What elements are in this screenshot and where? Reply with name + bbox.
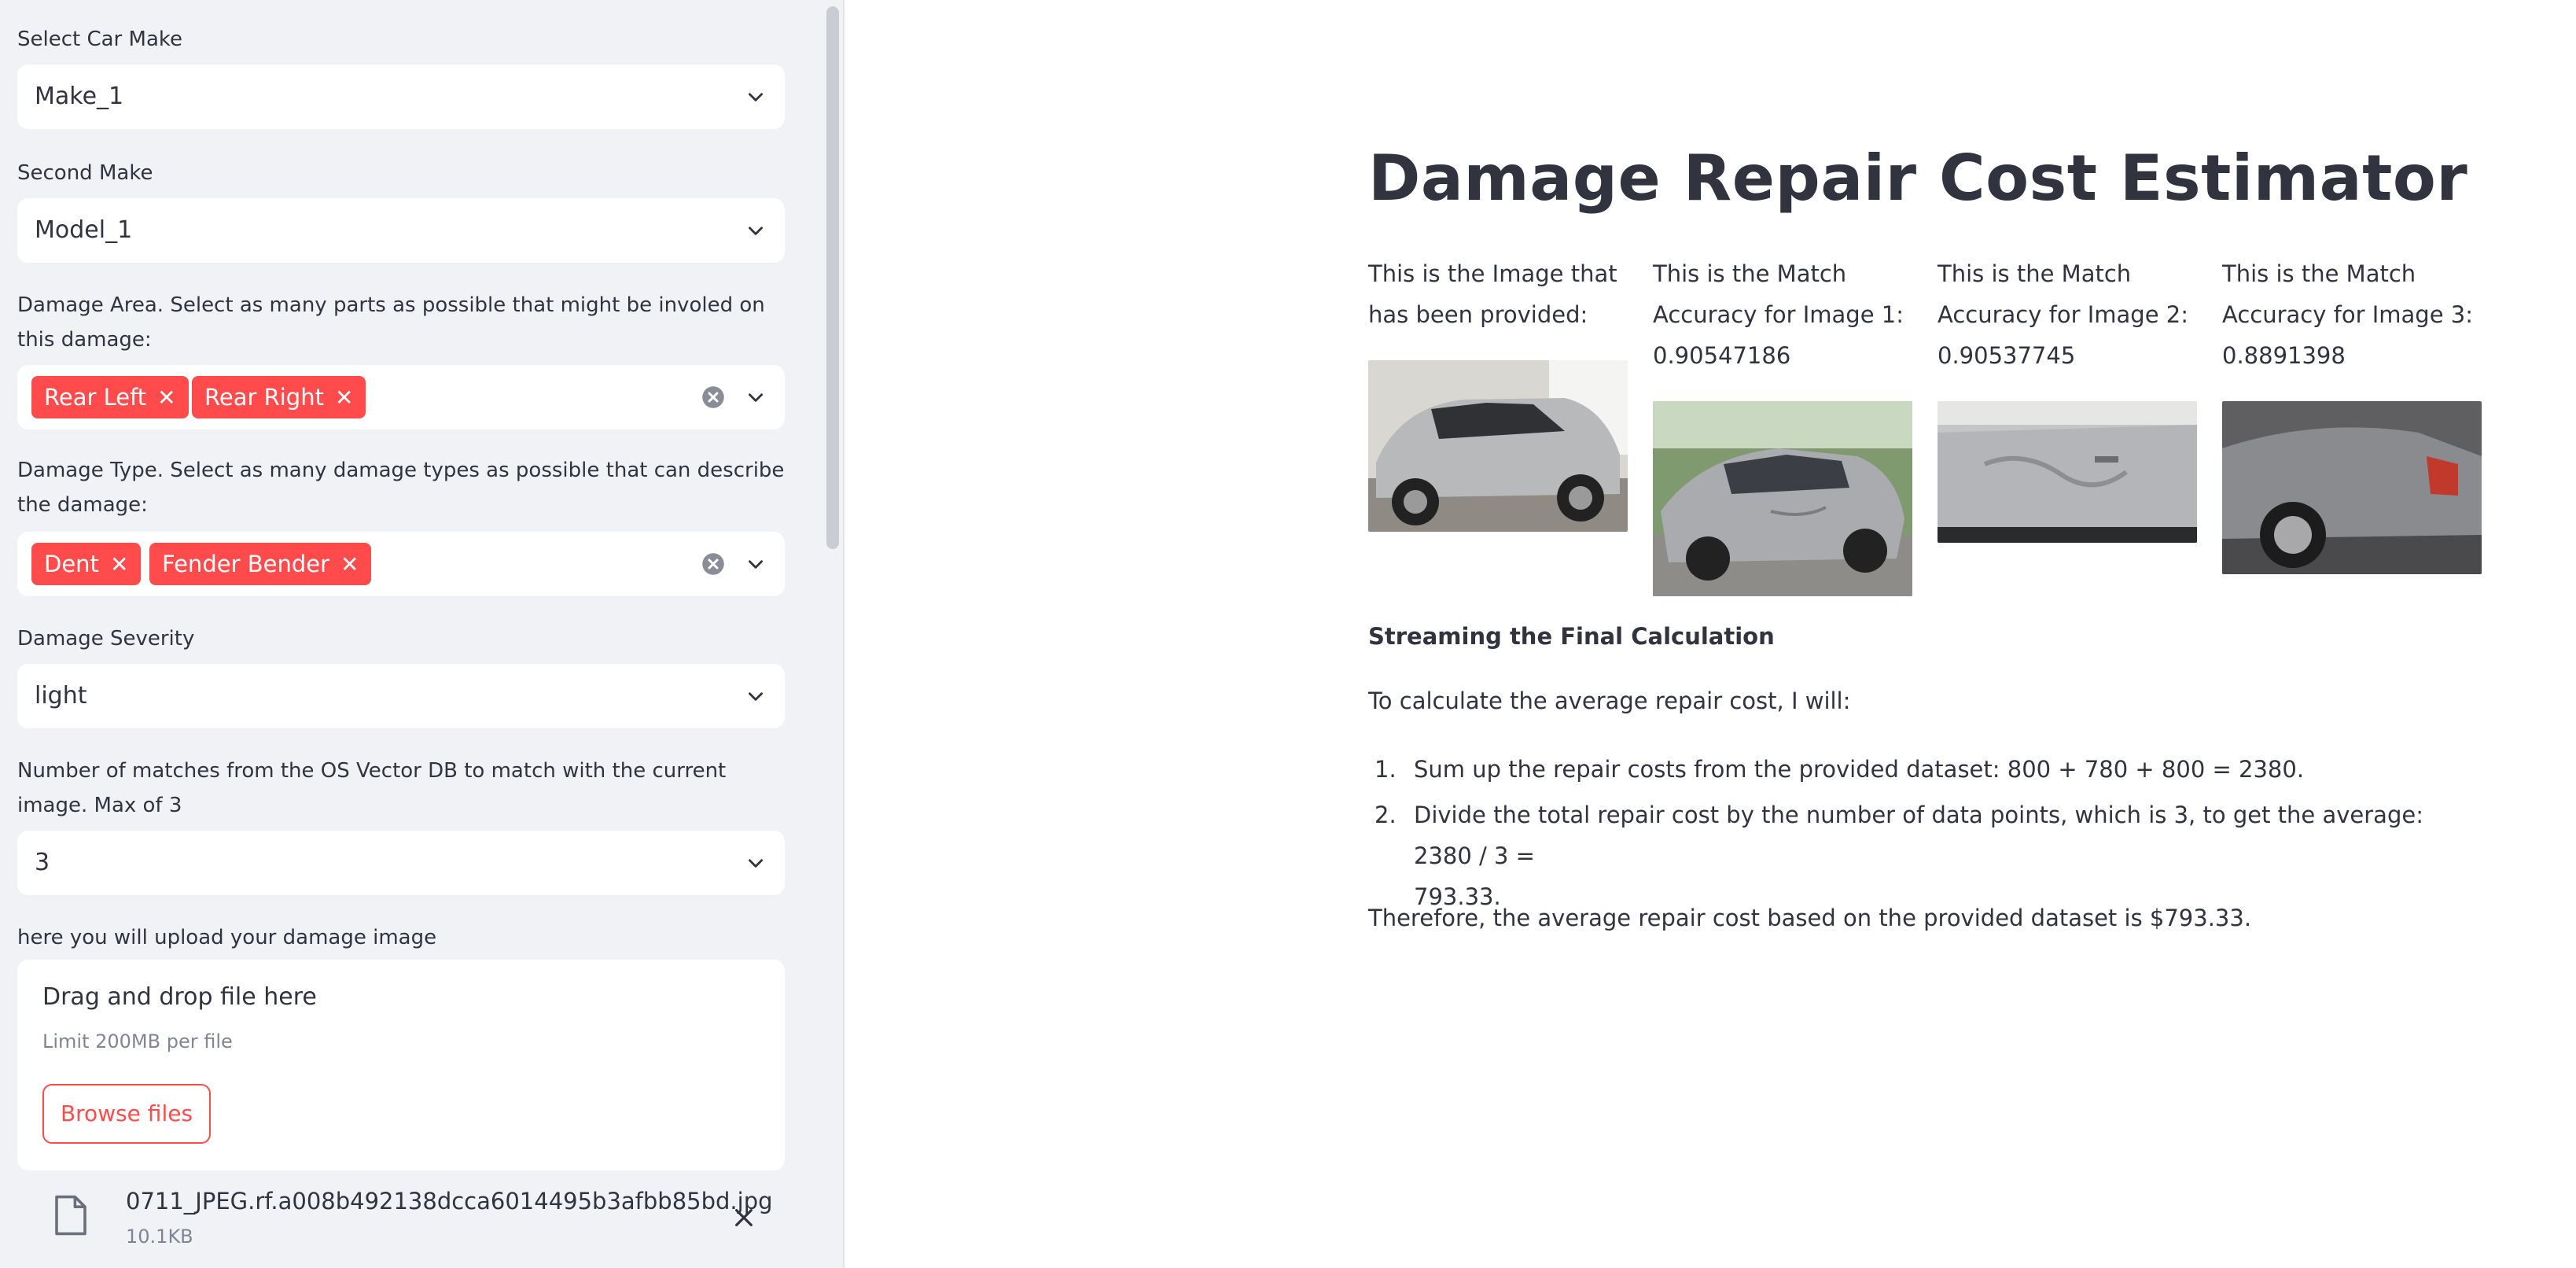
- intro-text: To calculate the average repair cost, I …: [1368, 687, 1851, 714]
- sidebar-scrollbar[interactable]: [826, 6, 839, 549]
- file-name: 0711_JPEG.rf.a008b492138dcca6014495b3afb…: [126, 1188, 773, 1215]
- match-3-car-image: [2222, 401, 2482, 574]
- matches-select-value: 3: [35, 849, 50, 876]
- caption-line: This is the Match: [2222, 260, 2416, 287]
- file-icon: [53, 1194, 88, 1237]
- main-content: Damage Repair Cost Estimator This is the…: [845, 0, 2576, 1268]
- close-icon[interactable]: ✕: [110, 544, 128, 586]
- model-select[interactable]: Model_1: [17, 198, 785, 263]
- match-accuracy-value: 0.8891398: [2222, 342, 2346, 369]
- damage-area-label: Damage Area. Select as many parts as pos…: [17, 293, 765, 352]
- chevron-down-icon: [745, 853, 766, 873]
- match-2-column: This is the Match Accuracy for Image 2: …: [1938, 253, 2197, 376]
- damage-type-label: Damage Type. Select as many damage types…: [17, 459, 785, 517]
- caption-line: Accuracy for Image 1:: [1653, 301, 1904, 328]
- uploader-label: here you will upload your damage image: [17, 926, 437, 949]
- matches-select[interactable]: 3: [17, 831, 785, 895]
- chevron-down-icon[interactable]: [745, 387, 766, 407]
- conclusion-text: Therefore, the average repair cost based…: [1368, 905, 2252, 931]
- tag-rear-right[interactable]: Rear Right ✕: [192, 376, 366, 418]
- list-item: 2. Divide the total repair cost by the n…: [1374, 802, 2423, 910]
- dropzone-title: Drag and drop file here: [42, 983, 317, 1011]
- match-1-car-image: [1653, 401, 1912, 596]
- provided-image-column: This is the Image that has been provided…: [1368, 253, 1628, 335]
- uploaded-file: 0711_JPEG.rf.a008b492138dcca6014495b3afb…: [17, 1174, 785, 1260]
- damage-type-multiselect[interactable]: Dent ✕ Fender Bender ✕: [17, 532, 785, 596]
- tag-rear-left[interactable]: Rear Left ✕: [31, 376, 189, 418]
- caption-line: Accuracy for Image 2:: [1938, 301, 2188, 328]
- severity-label: Damage Severity: [17, 627, 195, 651]
- caption-line: has been provided:: [1368, 301, 1588, 328]
- chevron-down-icon: [745, 87, 766, 107]
- calculation-steps: 1. Sum up the repair costs from the prov…: [1368, 749, 2485, 922]
- chevron-down-icon: [745, 686, 766, 706]
- close-icon[interactable]: [731, 1205, 756, 1230]
- chevron-down-icon[interactable]: [745, 554, 766, 574]
- file-dropzone[interactable]: Drag and drop file here Limit 200MB per …: [17, 960, 785, 1170]
- damage-area-multiselect[interactable]: Rear Left ✕ Rear Right ✕: [17, 365, 785, 429]
- close-icon[interactable]: ✕: [157, 377, 175, 419]
- make-select[interactable]: Make_1: [17, 65, 785, 129]
- tag-dent[interactable]: Dent ✕: [31, 543, 142, 586]
- severity-select-value: light: [35, 682, 87, 710]
- close-icon[interactable]: ✕: [340, 544, 359, 586]
- sidebar: Select Car Make Make_1 Second Make Model…: [0, 0, 843, 1268]
- model-select-value: Model_1: [35, 216, 133, 244]
- make-label: Select Car Make: [17, 28, 183, 51]
- clear-icon[interactable]: [701, 552, 725, 576]
- matches-label: Number of matches from the OS Vector DB …: [17, 759, 727, 817]
- list-item: 1. Sum up the repair costs from the prov…: [1374, 756, 2305, 783]
- clear-icon[interactable]: [701, 385, 725, 409]
- severity-select[interactable]: light: [17, 664, 785, 728]
- browse-files-button[interactable]: Browse files: [42, 1084, 211, 1144]
- chevron-down-icon: [745, 220, 766, 241]
- match-3-column: This is the Match Accuracy for Image 3: …: [2222, 253, 2482, 376]
- match-2-car-image: [1938, 401, 2197, 543]
- match-1-column: This is the Match Accuracy for Image 1: …: [1653, 253, 1912, 376]
- stream-title: Streaming the Final Calculation: [1368, 623, 1775, 650]
- dropzone-limit: Limit 200MB per file: [42, 1030, 233, 1052]
- tag-fender-bender[interactable]: Fender Bender ✕: [149, 543, 372, 586]
- page-title: Damage Repair Cost Estimator: [1368, 142, 2468, 215]
- caption-line: This is the Match: [1938, 260, 2132, 287]
- caption-line: This is the Match: [1653, 260, 1847, 287]
- make-select-value: Make_1: [35, 83, 124, 110]
- file-size: 10.1KB: [126, 1226, 193, 1248]
- close-icon[interactable]: ✕: [335, 377, 353, 419]
- match-accuracy-value: 0.90547186: [1653, 342, 1791, 369]
- caption-line: This is the Image that: [1368, 260, 1617, 287]
- caption-line: Accuracy for Image 3:: [2222, 301, 2473, 328]
- match-accuracy-value: 0.90537745: [1938, 342, 2076, 369]
- provided-car-image: [1368, 360, 1628, 532]
- model-label: Second Make: [17, 161, 153, 185]
